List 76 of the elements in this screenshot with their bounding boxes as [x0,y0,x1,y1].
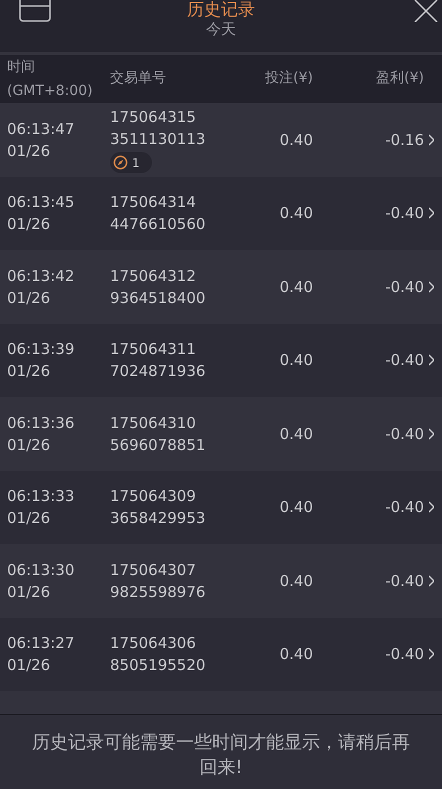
stake-cell-text: 0.40 [278,276,313,298]
profit-cell-text: -0.40 [384,276,424,298]
order-number: 175064312 [110,266,197,287]
stake-cell-text: 0.40 [278,350,313,372]
stake-cell-text: 0.40 [278,203,313,224]
chevron-icon [429,426,434,441]
calendar-icon[interactable] [19,0,51,22]
history-row[interactable]: 06:13:39 01/26 175064311 7024871936 0.40 -0.40 [0,324,442,397]
time-cell-text: 06:13:36 [7,412,76,434]
column-header: 盈利(¥) [375,68,424,88]
date-cell-text: 01/26 [7,582,52,603]
column-header: 投注(¥) [264,68,313,88]
profit-cell-text: -0.40 [384,203,424,224]
chevron-icon [429,574,434,588]
order-number: 175064307 [110,560,197,581]
date-cell-text: 01/26 [7,288,52,309]
chevron-icon [429,280,434,294]
order-number: 7024871936 [110,361,206,382]
date-subtitle: 今天 [206,20,236,38]
history-row[interactable]: 06:13:45 01/26 175064314 4476610560 0.40 -0.40 [0,176,442,250]
profit-cell-text: -0.40 [384,644,424,666]
compass-icon [113,155,128,170]
order-number: 5696078851 [110,434,206,456]
profit-cell-text: -0.40 [384,350,424,372]
column-header: 时间 [7,58,36,77]
stake-cell-text: 0.40 [278,644,313,666]
history-row[interactable]: 06:13:36 01/26 175064310 5696078851 0.40 -0.40 [0,397,442,470]
order-number: 175064315 [110,107,197,128]
order-number: 3511130113 [110,129,206,150]
time-cell-text: 06:13:27 [7,633,76,654]
time-cell-text: 06:13:39 [7,339,76,360]
badge-count: 1 [132,154,140,172]
chevron-icon [429,647,434,662]
chevron-icon [429,500,434,514]
history-row[interactable]: 06:13:27 01/26 175064306 8505195520 0.40 -0.40 [0,618,442,691]
order-number: 3658429953 [110,508,206,530]
order-number: 175064310 [110,412,197,434]
time-cell-text: 06:13:42 [7,266,76,287]
history-row[interactable]: 06:13:42 01/26 175064312 9364518400 0.40 -0.40 [0,250,442,324]
column-header: 交易单号 [109,68,167,88]
time-cell-text: 06:13:45 [7,192,76,214]
date-cell-text: 01/26 [7,361,52,382]
stake-cell-text: 0.40 [278,570,313,592]
time-cell-text: 06:13:47 [7,118,76,140]
order-number: 175064309 [110,486,197,508]
profit-cell-text: -0.16 [384,130,424,151]
profit-cell-text: -0.40 [384,424,424,445]
order-number: 175064314 [110,192,197,214]
date-cell-text: 01/26 [7,655,52,676]
profit-cell-text: -0.40 [384,497,424,518]
date-cell-text: 01/26 [7,434,52,456]
date-cell-text: 01/26 [7,508,52,530]
order-number: 175064306 [110,633,197,654]
order-number: 8505195520 [110,655,206,676]
notice-text: 历史记录可能需要一些时间才能显示，请稍后再回来! [31,731,411,780]
order-number: 9825598976 [110,582,206,603]
column-header: (GMT+8:00) [7,82,94,101]
date-cell-text: 01/26 [7,214,52,236]
chevron-icon [429,132,434,147]
history-row[interactable]: 06:13:33 01/26 175064309 3658429953 0.40 -0.40 [0,470,442,544]
order-number: 9364518400 [110,288,206,309]
history-row[interactable]: 06:13:47 01/26 175064315 3511130113 1 0.40 -0.16 [0,103,442,176]
stake-cell-text: 0.40 [278,424,313,445]
date-cell-text: 01/26 [7,140,52,162]
order-number: 4476610560 [110,214,206,236]
profit-cell-text: -0.40 [384,570,424,592]
history-row[interactable]: 06:13:30 01/26 175064307 9825598976 0.40 -0.40 [0,544,442,618]
order-number: 175064311 [110,339,197,360]
chevron-icon [429,353,434,368]
time-cell-text: 06:13:30 [7,560,76,581]
stake-cell-text: 0.40 [278,497,313,518]
chevron-icon [429,206,434,220]
time-cell-text: 06:13:33 [7,486,76,508]
close-icon[interactable] [414,0,438,22]
stake-cell-text: 0.40 [278,130,313,151]
page-title: 历史记录 [187,0,255,20]
